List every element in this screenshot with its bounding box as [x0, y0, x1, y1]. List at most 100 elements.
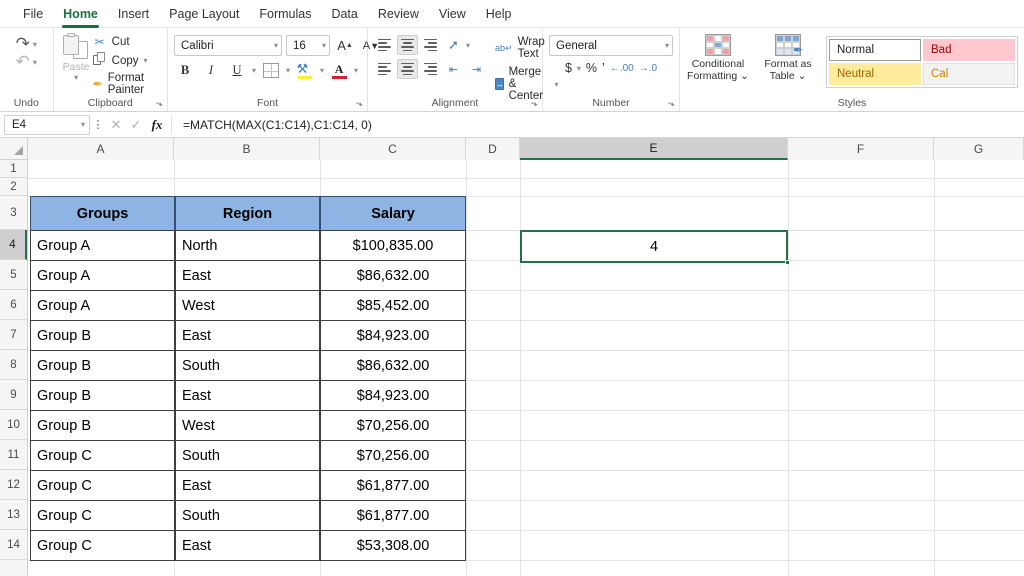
- chevron-down-icon[interactable]: ▾: [33, 40, 37, 49]
- enter-formula-icon[interactable]: ✓: [126, 117, 146, 133]
- font-dialog-launcher-icon[interactable]: ⬎: [355, 98, 363, 109]
- row-header-7[interactable]: 7: [0, 320, 27, 350]
- fill-color-button[interactable]: ⚒: [294, 60, 316, 81]
- number-dialog-launcher-icon[interactable]: ⬎: [667, 98, 675, 109]
- align-center-button[interactable]: [397, 59, 418, 79]
- cell-b10[interactable]: West: [175, 410, 320, 441]
- borders-button[interactable]: [260, 60, 282, 81]
- cell-b4[interactable]: North: [175, 230, 320, 261]
- cell-c11[interactable]: $70,256.00: [320, 440, 466, 471]
- menu-item-view[interactable]: View: [430, 2, 475, 26]
- conditional-formatting-button[interactable]: Conditional Formatting ⌄: [686, 34, 750, 82]
- align-top-button[interactable]: [374, 35, 395, 55]
- column-header-g[interactable]: G: [934, 138, 1024, 160]
- cell-b6[interactable]: West: [175, 290, 320, 321]
- alignment-dialog-launcher-icon[interactable]: ⬎: [530, 98, 538, 109]
- menu-item-page-layout[interactable]: Page Layout: [160, 2, 248, 26]
- paste-button[interactable]: Paste ▾: [60, 32, 93, 82]
- fill-handle[interactable]: [785, 260, 790, 265]
- cell-a10[interactable]: Group B: [30, 410, 175, 441]
- formula-input[interactable]: =MATCH(MAX(C1:C14),C1:C14, 0): [175, 118, 1020, 132]
- row-header-5[interactable]: 5: [0, 260, 27, 290]
- column-header-a[interactable]: A: [28, 138, 174, 160]
- cell-c4[interactable]: $100,835.00: [320, 230, 466, 261]
- column-header-b[interactable]: B: [174, 138, 320, 160]
- undo-button[interactable]: ↷ ▾: [16, 35, 37, 52]
- cell-c12[interactable]: $61,877.00: [320, 470, 466, 501]
- row-header-4[interactable]: 4: [0, 230, 27, 260]
- selected-cell-e4[interactable]: 4: [520, 230, 788, 263]
- table-header-salary[interactable]: Salary: [320, 196, 466, 231]
- increase-decimal-button[interactable]: ←.00: [610, 63, 634, 74]
- cell-c9[interactable]: $84,923.00: [320, 380, 466, 411]
- menu-item-formulas[interactable]: Formulas: [250, 2, 320, 26]
- italic-button[interactable]: I: [200, 60, 222, 81]
- row-header-1[interactable]: 1: [0, 160, 27, 178]
- underline-button[interactable]: U: [226, 60, 248, 81]
- format-painter-button[interactable]: ✒ Format Painter: [93, 72, 161, 96]
- cell-a14[interactable]: Group C: [30, 530, 175, 561]
- align-right-button[interactable]: [420, 59, 441, 79]
- column-header-c[interactable]: C: [320, 138, 466, 160]
- cell-c5[interactable]: $86,632.00: [320, 260, 466, 291]
- cell-b5[interactable]: East: [175, 260, 320, 291]
- font-color-button[interactable]: A: [328, 60, 350, 81]
- row-header-11[interactable]: 11: [0, 440, 27, 470]
- row-header-3[interactable]: 3: [0, 196, 27, 230]
- cell-a7[interactable]: Group B: [30, 320, 175, 351]
- align-left-button[interactable]: [374, 59, 395, 79]
- menu-item-home[interactable]: Home: [54, 2, 107, 28]
- row-header-10[interactable]: 10: [0, 410, 27, 440]
- cell-b9[interactable]: East: [175, 380, 320, 411]
- cell-c6[interactable]: $85,452.00: [320, 290, 466, 321]
- row-header-14[interactable]: 14: [0, 530, 27, 560]
- cell-a9[interactable]: Group B: [30, 380, 175, 411]
- cell-a5[interactable]: Group A: [30, 260, 175, 291]
- cell-styles-gallery[interactable]: Normal Bad Neutral Cal: [826, 36, 1018, 88]
- select-all-button[interactable]: [0, 138, 28, 160]
- cell-c10[interactable]: $70,256.00: [320, 410, 466, 441]
- chevron-down-icon[interactable]: ▾: [144, 56, 148, 65]
- menu-item-file[interactable]: File: [14, 2, 52, 26]
- cell-a13[interactable]: Group C: [30, 500, 175, 531]
- font-name-combo[interactable]: Calibri ▾: [174, 35, 282, 56]
- column-header-f[interactable]: F: [788, 138, 934, 160]
- cell-a6[interactable]: Group A: [30, 290, 175, 321]
- cell-c8[interactable]: $86,632.00: [320, 350, 466, 381]
- chevron-down-icon[interactable]: ▾: [354, 66, 358, 75]
- cell-a12[interactable]: Group C: [30, 470, 175, 501]
- chevron-down-icon[interactable]: ▾: [320, 66, 324, 75]
- column-header-e[interactable]: E: [520, 138, 788, 160]
- cancel-formula-icon[interactable]: ✕: [106, 117, 126, 133]
- number-format-combo[interactable]: General ▾: [549, 35, 673, 56]
- row-header-9[interactable]: 9: [0, 380, 27, 410]
- chevron-down-icon[interactable]: ▾: [577, 64, 581, 73]
- cell-b14[interactable]: East: [175, 530, 320, 561]
- cell-a8[interactable]: Group B: [30, 350, 175, 381]
- chevron-down-icon[interactable]: ▾: [322, 41, 326, 50]
- chevron-down-icon[interactable]: ▾: [252, 66, 256, 75]
- chevron-down-icon[interactable]: ▾: [33, 58, 37, 67]
- style-bad[interactable]: Bad: [923, 39, 1015, 61]
- cell-c13[interactable]: $61,877.00: [320, 500, 466, 531]
- redo-button[interactable]: ↶ ▾: [16, 53, 37, 70]
- cell-b13[interactable]: South: [175, 500, 320, 531]
- chevron-down-icon[interactable]: ▾: [286, 66, 290, 75]
- cell-c14[interactable]: $53,308.00: [320, 530, 466, 561]
- style-neutral[interactable]: Neutral: [829, 63, 921, 85]
- table-header-groups[interactable]: Groups: [30, 196, 175, 231]
- table-header-region[interactable]: Region: [175, 196, 320, 231]
- cell-c7[interactable]: $84,923.00: [320, 320, 466, 351]
- menu-item-data[interactable]: Data: [322, 2, 366, 26]
- orientation-button[interactable]: ➚: [443, 35, 464, 55]
- chevron-down-icon[interactable]: ▾: [81, 120, 85, 129]
- chevron-down-icon[interactable]: ▾: [665, 41, 669, 50]
- percent-format-button[interactable]: %: [586, 61, 597, 75]
- menu-item-help[interactable]: Help: [477, 2, 521, 26]
- cell-b12[interactable]: East: [175, 470, 320, 501]
- decrease-indent-button[interactable]: ⇤: [443, 59, 464, 79]
- chevron-down-icon[interactable]: ▾: [74, 73, 78, 82]
- clipboard-dialog-launcher-icon[interactable]: ⬎: [155, 98, 163, 109]
- cell-b7[interactable]: East: [175, 320, 320, 351]
- cell-b11[interactable]: South: [175, 440, 320, 471]
